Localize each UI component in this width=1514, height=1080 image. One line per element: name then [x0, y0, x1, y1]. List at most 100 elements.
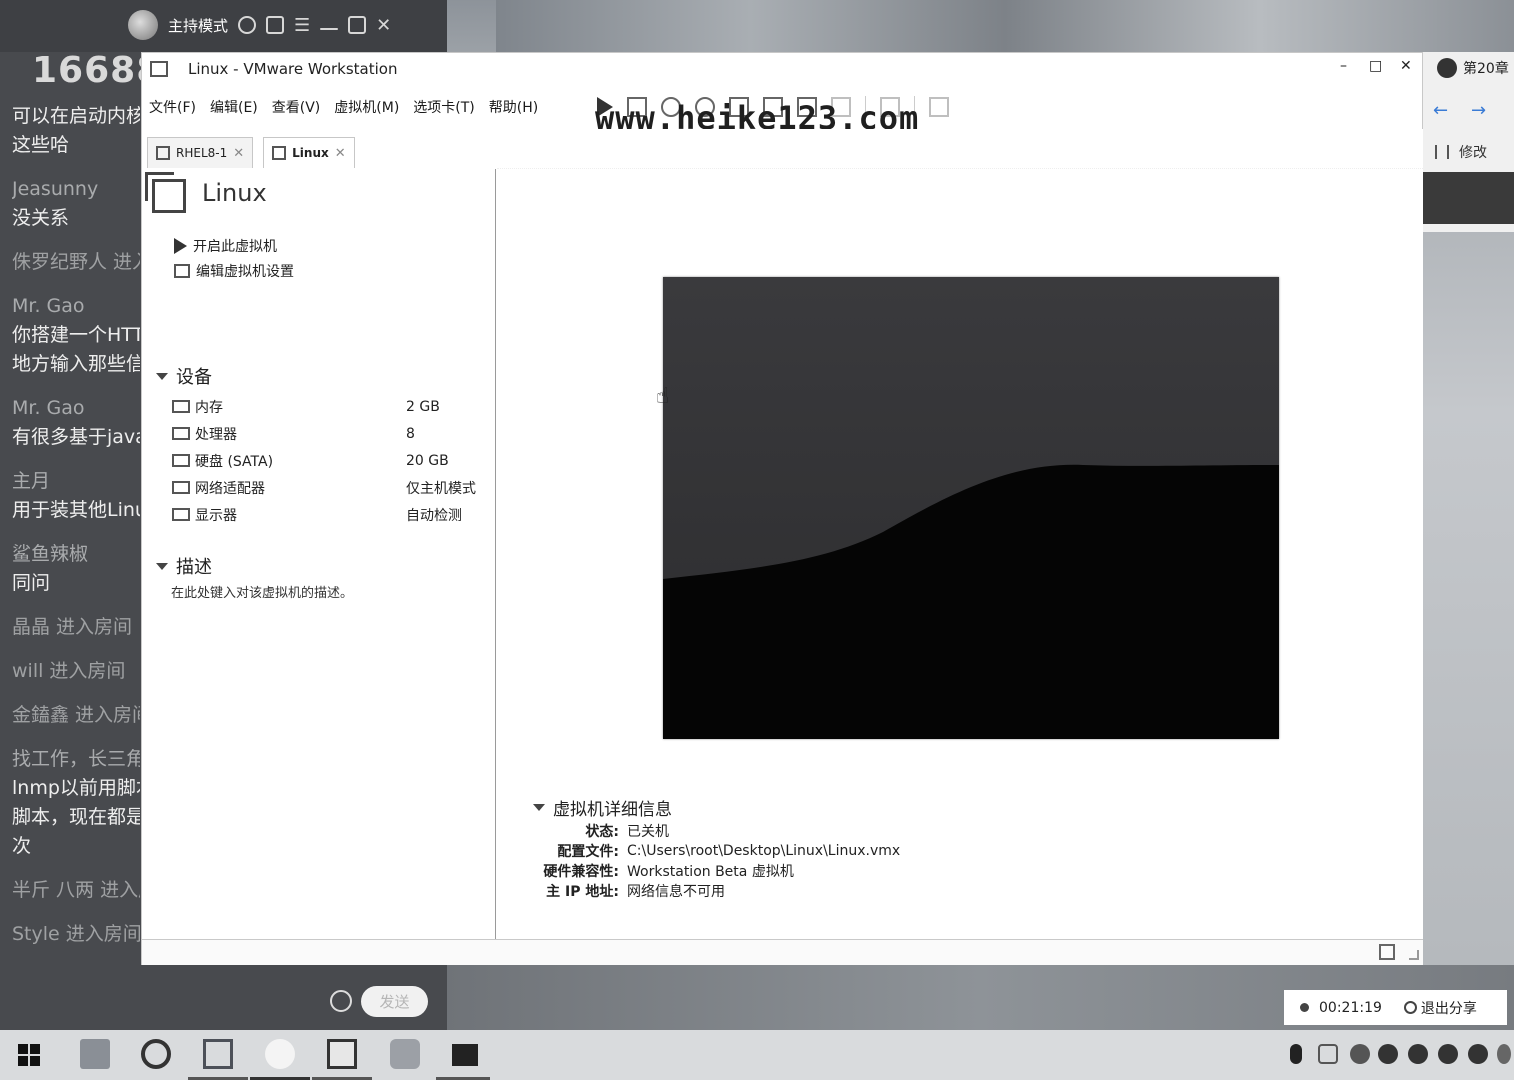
browser-icon[interactable] [141, 1039, 171, 1069]
display-icon [172, 508, 190, 521]
chat-message: 脚本，现在都是 [12, 806, 140, 828]
vm-details-list: 状态: 已关机 配置文件: C:\Users\root\Desktop\Linux\L… [533, 821, 900, 901]
chat-username: 鲨鱼辣椒 [12, 543, 89, 565]
chat-message: 同问 [12, 572, 51, 594]
menu-view[interactable]: 查看(V) [265, 93, 328, 119]
chat-username: Mr. Gao [12, 295, 85, 317]
background-reader-app: 第20章 ← → 修改 [1423, 52, 1514, 232]
detail-key: 主 IP 地址: [546, 884, 619, 900]
settings-icon[interactable] [238, 16, 257, 34]
emoji-icon[interactable] [330, 990, 352, 1012]
menu-vm[interactable]: 虚拟机(M) [327, 93, 406, 119]
vm-details-toggle[interactable]: 虚拟机详细信息 [533, 795, 672, 820]
stretch-view-icon[interactable] [929, 97, 949, 117]
power-on-vm-link[interactable]: 开启此虚拟机 [174, 236, 277, 256]
vm-icon [145, 172, 186, 213]
maximize-icon[interactable] [348, 16, 367, 34]
vm-name: Linux [202, 179, 267, 207]
forward-arrow-icon[interactable]: → [1471, 100, 1486, 121]
terminal-app-icon[interactable] [452, 1044, 478, 1066]
menu-edit[interactable]: 编辑(E) [203, 93, 265, 119]
send-button[interactable]: 发送 [361, 986, 428, 1017]
edit-button[interactable]: 修改 [1435, 142, 1487, 162]
qq-tray-icon[interactable] [1468, 1044, 1488, 1064]
back-arrow-icon[interactable]: ← [1433, 100, 1448, 121]
tab-close-icon[interactable]: ✕ [335, 146, 346, 161]
device-row[interactable]: 内存 2 GB [172, 393, 476, 420]
chat-system-message: 晶晶 进入房间 [12, 616, 133, 638]
popout-icon[interactable] [266, 16, 285, 34]
close-button[interactable]: ✕ [1400, 58, 1412, 74]
resize-grip-icon[interactable] [1409, 950, 1419, 960]
app-tray-icon[interactable] [1350, 1044, 1370, 1064]
device-name: 显示器 [195, 507, 237, 524]
chat-username: 找工作，长三角 [12, 748, 140, 770]
microphone-icon[interactable] [1290, 1044, 1302, 1064]
tab-close-icon[interactable]: ✕ [233, 146, 244, 161]
section-title: 设备 [176, 367, 212, 388]
edit-label: 修改 [1459, 145, 1487, 161]
device-value: 2 GB [406, 398, 440, 415]
menu-file[interactable]: 文件(F) [142, 93, 203, 119]
live-stream-app-icon[interactable] [265, 1039, 295, 1069]
devices-section-toggle[interactable]: 设备 [156, 363, 212, 389]
device-row[interactable]: 处理器 8 [172, 420, 476, 447]
chat-message-list: 可以在启动内核这些哈 Jeasunny 没关系侏罗纪野人 进入房间 Mr. Gao 你搭… [12, 102, 140, 949]
collapse-arrow-icon [533, 804, 545, 811]
paint-app-icon[interactable] [390, 1039, 420, 1069]
security-tray-icon[interactable] [1318, 1044, 1338, 1064]
qq-tray-icon[interactable] [1378, 1044, 1398, 1064]
minimize-button[interactable]: – [1340, 58, 1347, 74]
recording-dot-icon [1300, 1003, 1309, 1012]
detail-key: 配置文件: [557, 844, 619, 860]
vmware-window: Linux - VMware Workstation – □ ✕ 文件(F) 编… [141, 52, 1423, 965]
disk-icon [172, 454, 190, 467]
exit-share-button[interactable]: 退出分享 [1403, 998, 1477, 1018]
description-field[interactable]: 在此处键入对该虚拟机的描述。 [171, 582, 353, 601]
notes-icon[interactable] [1379, 944, 1395, 960]
description-section-toggle[interactable]: 描述 [156, 553, 212, 579]
tab-label: RHEL8-1 [176, 146, 228, 160]
host-mode-label: 主持模式 [168, 16, 229, 35]
qq-tray-icon[interactable] [1438, 1044, 1458, 1064]
menu-help[interactable]: 帮助(H) [482, 93, 545, 119]
close-icon[interactable]: ✕ [376, 15, 391, 36]
start-windows-icon[interactable] [18, 1044, 40, 1066]
edit-vm-settings-link[interactable]: 编辑虚拟机设置 [174, 261, 294, 281]
device-row[interactable]: 显示器 自动检测 [172, 501, 476, 528]
file-explorer-icon[interactable] [80, 1039, 110, 1069]
menu-bar: 文件(F) 编辑(E) 查看(V) 虚拟机(M) 选项卡(T) 帮助(H) [142, 93, 545, 119]
maximize-button[interactable]: □ [1369, 58, 1382, 74]
tray-overflow-icon[interactable] [1497, 1044, 1511, 1064]
chat-message: 有很多基于java [12, 426, 140, 448]
device-row[interactable]: 网络适配器 仅主机模式 [172, 474, 476, 501]
chat-system-message: 金鎑鑫 进入房间 [12, 704, 140, 726]
avatar [1437, 58, 1457, 78]
minimize-icon[interactable] [320, 28, 339, 30]
qq-tray-icon[interactable] [1408, 1044, 1428, 1064]
menu-tabs[interactable]: 选项卡(T) [406, 93, 481, 119]
editor-app-icon[interactable] [327, 1039, 357, 1069]
chat-username: 主月 [12, 470, 51, 492]
device-value: 仅主机模式 [406, 480, 476, 497]
device-row[interactable]: 硬盘 (SATA) 20 GB [172, 447, 476, 474]
chat-username: Jeasunny [12, 178, 99, 200]
device-list: 内存 2 GB 处理器 8 硬盘 (SATA) 20 GB 网络适配器 仅主机模式 显示器 自动检… [172, 393, 476, 528]
chat-message: 次 [12, 835, 32, 857]
vmware-taskbar-icon[interactable] [203, 1039, 233, 1069]
chat-system-message: 侏罗纪野人 进入房间 [12, 251, 140, 273]
tab-linux[interactable]: Linux ✕ [263, 137, 355, 168]
network-icon [172, 481, 190, 494]
menu-icon[interactable]: ☰ [294, 15, 310, 36]
tab-rhel8-1[interactable]: RHEL8-1 ✕ [147, 137, 254, 168]
screen-share-bar: 00:21:19 退出分享 [1284, 990, 1507, 1025]
chat-message: lnmp以前用脚本 [12, 777, 140, 799]
vm-screen-thumbnail[interactable] [663, 277, 1279, 739]
command-label: 编辑虚拟机设置 [196, 264, 294, 280]
